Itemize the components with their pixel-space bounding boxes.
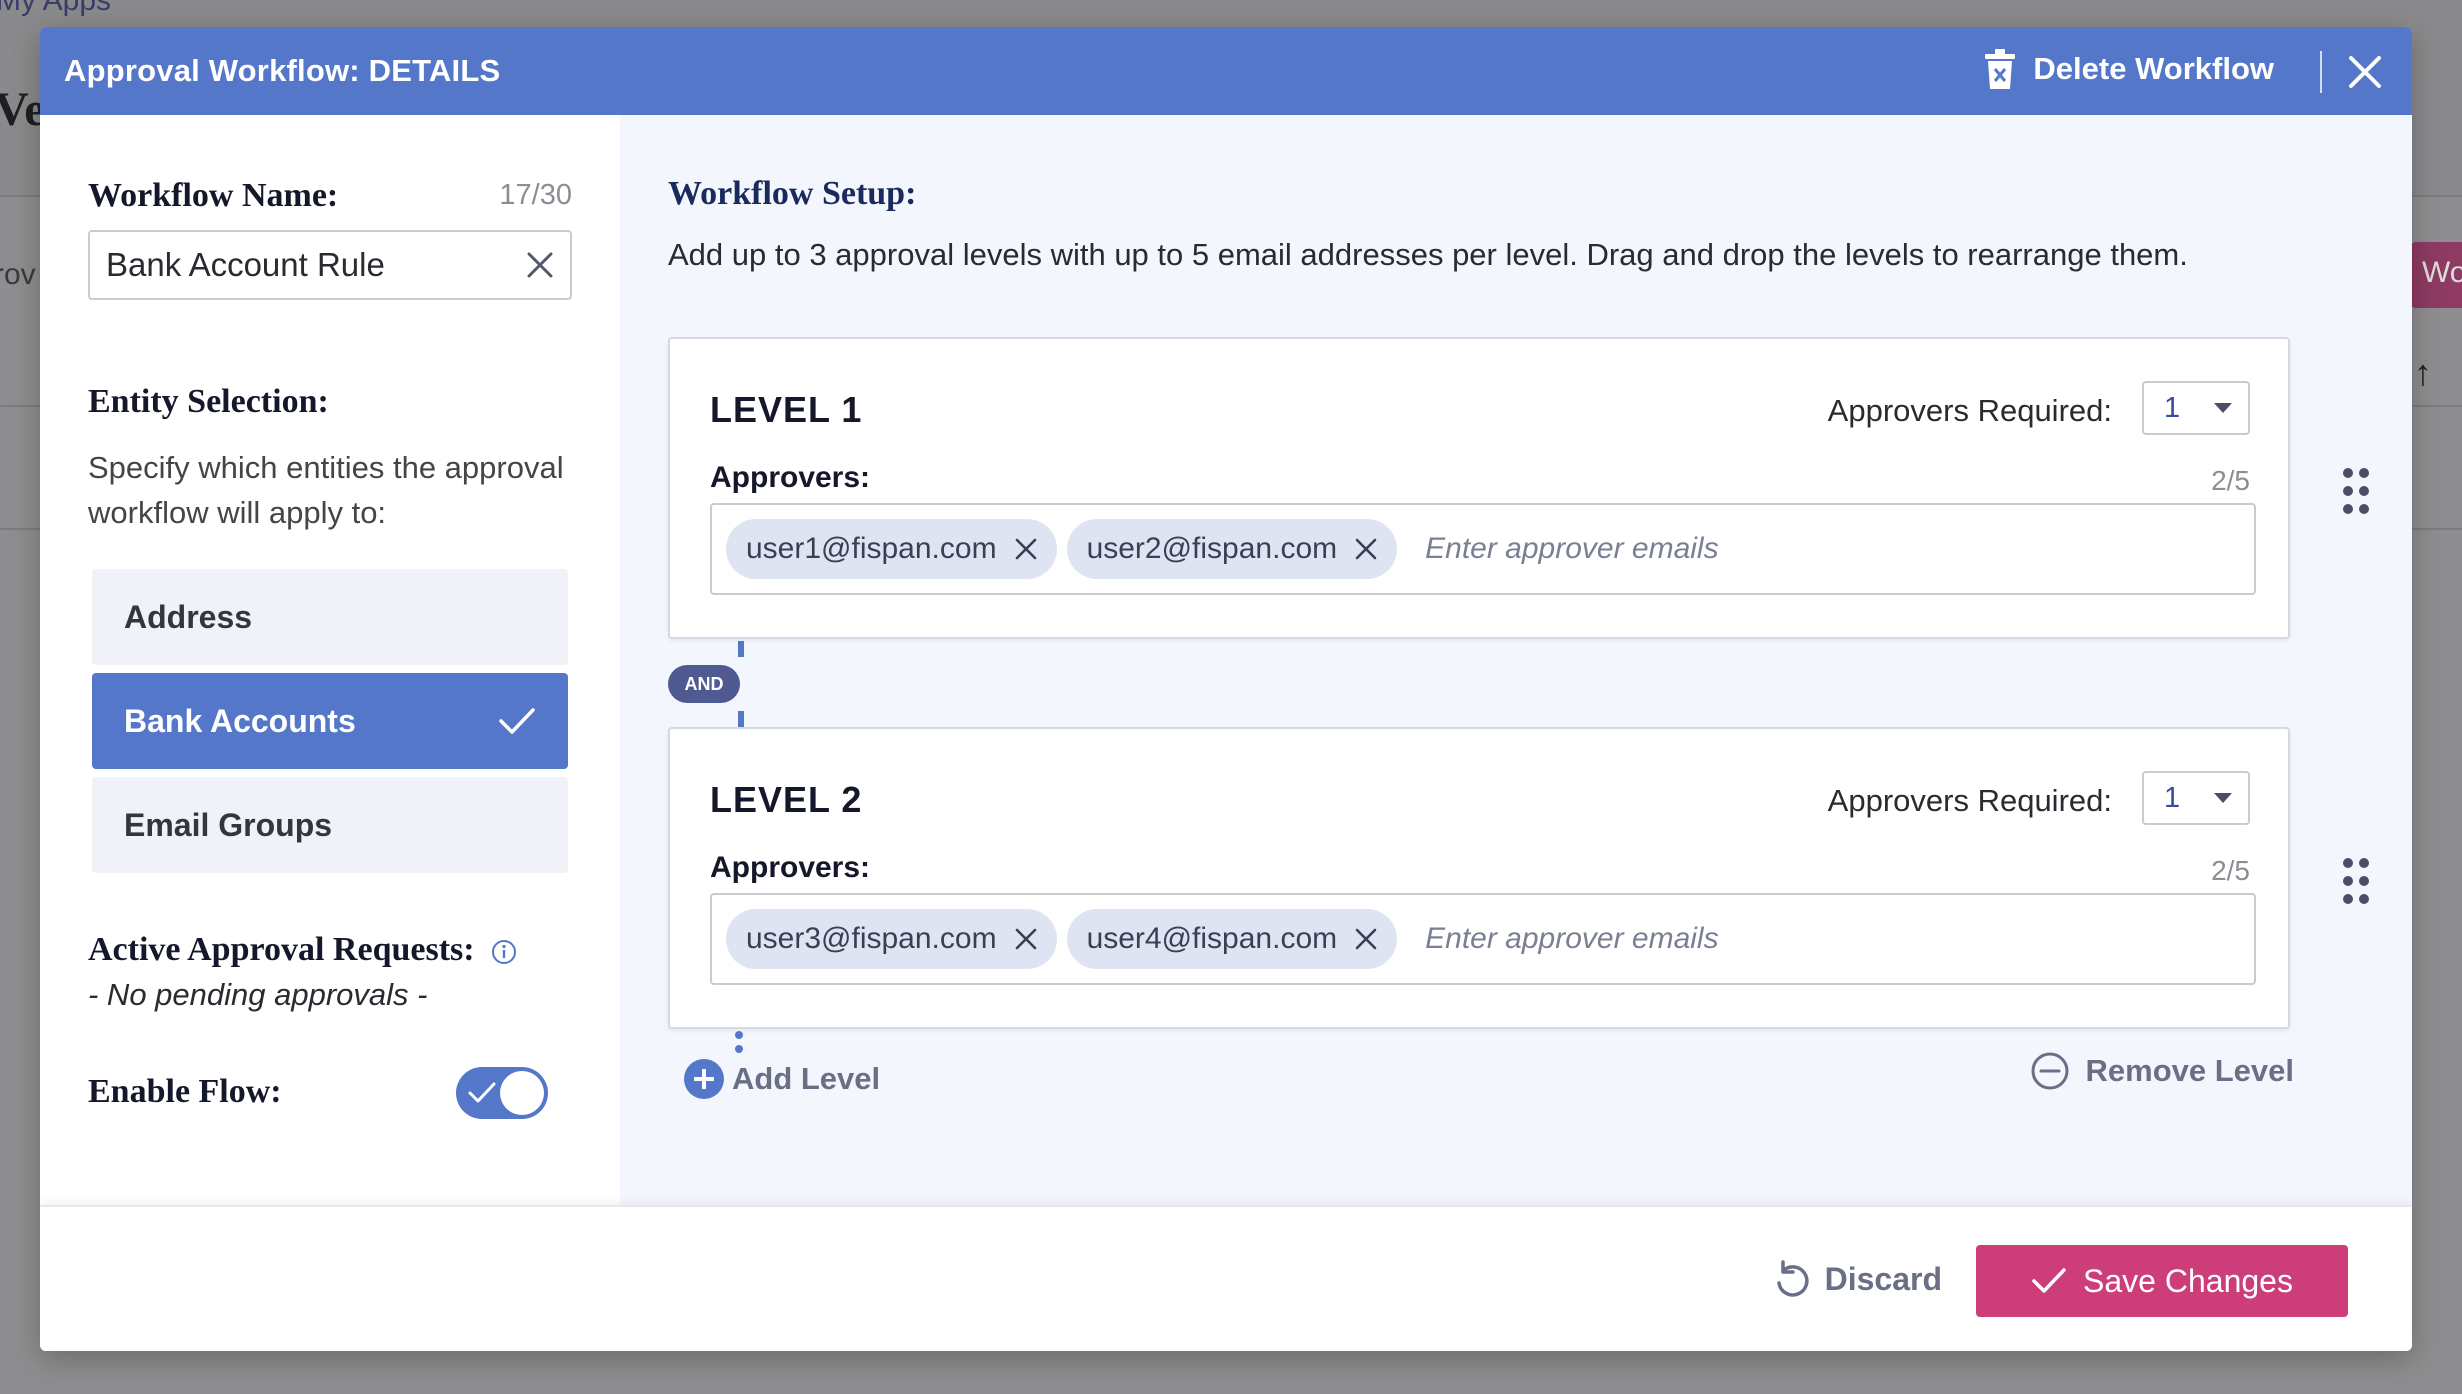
discard-button[interactable]: Discard (1773, 1259, 1942, 1299)
level-connector (738, 641, 744, 657)
entity-option-email-groups[interactable]: Email Groups (92, 777, 568, 873)
add-level-button[interactable]: Add Level (684, 1059, 880, 1099)
level-title: LEVEL 1 (710, 389, 863, 430)
dotted-connector (735, 1031, 743, 1059)
and-badge: AND (668, 665, 740, 703)
modal-title: Approval Workflow: DETAILS (64, 53, 501, 88)
undo-icon (1776, 1260, 1809, 1297)
remove-level-button[interactable]: Remove Level (2030, 1051, 2295, 1091)
save-changes-label: Save Changes (2083, 1262, 2293, 1299)
delete-workflow-label: Delete Workflow (2033, 51, 2274, 86)
active-approval-requests-label: Active Approval Requests: (88, 931, 475, 968)
remove-chip-icon[interactable] (1355, 928, 1377, 950)
entity-selection-label: Entity Selection: (88, 383, 329, 420)
caret-down-icon (2214, 403, 2232, 413)
approver-email-field[interactable]: user1@fispan.com user2@fispan.com (710, 503, 2256, 595)
approvers-label: Approvers: (710, 461, 871, 494)
workflow-name-counter: 17/30 (499, 179, 572, 211)
discard-label: Discard (1824, 1260, 1942, 1297)
level-title: LEVEL 2 (710, 779, 863, 820)
approver-email: user2@fispan.com (1086, 532, 1338, 565)
approval-workflow-modal: Approval Workflow: DETAILS Delete Workfl… (40, 27, 2412, 1351)
approvers-required-select[interactable]: 1 (2142, 771, 2250, 825)
workflow-setup-description: Add up to 3 approval levels with up to 5… (668, 237, 2188, 272)
approver-email: user4@fispan.com (1086, 922, 1338, 955)
save-changes-button[interactable]: Save Changes (1976, 1245, 2348, 1317)
approvers-required-value: 1 (2164, 391, 2181, 424)
approvers-required-value: 1 (2164, 781, 2181, 814)
workflow-name-input[interactable]: Bank Account Rule (88, 230, 572, 300)
toggle-knob (500, 1071, 544, 1115)
approver-email: user3@fispan.com (746, 922, 997, 955)
remove-level-label: Remove Level (2085, 1053, 2295, 1088)
delete-workflow-button[interactable]: Delete Workflow (1985, 49, 2274, 89)
workflow-setup-title: Workflow Setup: (668, 175, 917, 212)
remove-chip-icon[interactable] (1015, 928, 1037, 950)
drag-handle-icon[interactable] (2342, 857, 2370, 905)
entity-option-label: Email Groups (124, 806, 333, 843)
entity-selection-description: Specify which entities the approval work… (88, 450, 564, 530)
level-connector (738, 711, 744, 727)
level-card-2[interactable]: LEVEL 2 Approvers Required: 1 Approvers:… (668, 727, 2290, 1029)
close-icon[interactable] (2348, 55, 2382, 89)
add-level-label: Add Level (732, 1061, 881, 1096)
check-icon (499, 708, 535, 734)
remove-chip-icon[interactable] (1355, 538, 1377, 560)
workflow-name-label: Workflow Name: (88, 177, 339, 214)
workflow-name-value: Bank Account Rule (106, 246, 385, 283)
approvers-count: 2/5 (2211, 855, 2250, 886)
approver-email-field[interactable]: user3@fispan.com user4@fispan.com (710, 893, 2256, 985)
remove-chip-icon[interactable] (1015, 538, 1037, 560)
approvers-required-label: Approvers Required: (1827, 393, 2112, 428)
background-button: Wor (2410, 242, 2462, 308)
background-arrow-up-icon: ↑ (2414, 352, 2432, 393)
header-separator (2320, 51, 2322, 93)
approvers-required-select[interactable]: 1 (2142, 381, 2250, 435)
background-text: rov (0, 258, 36, 291)
approver-email-input[interactable] (1425, 532, 2026, 566)
clear-icon[interactable] (526, 251, 554, 279)
entity-option-address[interactable]: Address (92, 569, 568, 665)
modal-header: Approval Workflow: DETAILS Delete Workfl… (40, 27, 2412, 115)
level-card-1[interactable]: LEVEL 1 Approvers Required: 1 Approvers:… (668, 337, 2290, 639)
check-icon (2032, 1268, 2066, 1293)
entity-option-label: Address (124, 598, 253, 635)
approvers-count: 2/5 (2211, 465, 2250, 496)
active-approval-requests-heading: Active Approval Requests: (88, 931, 517, 969)
no-pending-approvals: - No pending approvals - (88, 977, 428, 1012)
check-icon (468, 1082, 496, 1103)
approvers-label: Approvers: (710, 851, 871, 884)
minus-circle-icon (2031, 1052, 2068, 1090)
approvers-required-label: Approvers Required: (1827, 783, 2112, 818)
approver-email-input[interactable] (1425, 922, 2026, 956)
workflow-setup-panel: Workflow Setup: Add up to 3 approval lev… (620, 115, 2412, 1205)
drag-handle-icon[interactable] (2342, 467, 2370, 515)
left-panel: Workflow Name: 17/30 Bank Account Rule E… (40, 115, 620, 1205)
info-icon[interactable] (491, 939, 517, 965)
enable-flow-label: Enable Flow: (88, 1073, 282, 1110)
approver-chip: user4@fispan.com (1066, 909, 1398, 969)
approver-email: user1@fispan.com (746, 532, 997, 565)
approver-chip: user1@fispan.com (726, 519, 1057, 579)
caret-down-icon (2214, 793, 2232, 803)
background-title: Ve (0, 83, 46, 136)
approver-chip: user3@fispan.com (726, 909, 1057, 969)
trash-icon (1985, 49, 2016, 89)
entity-option-label: Bank Accounts (124, 702, 356, 739)
approver-chip: user2@fispan.com (1066, 519, 1398, 579)
background-breadcrumb: My Apps (0, 0, 112, 17)
plus-circle-icon (684, 1059, 724, 1099)
entity-option-bank-accounts[interactable]: Bank Accounts (92, 673, 568, 769)
modal-footer: Discard Save Changes (40, 1205, 2412, 1351)
enable-flow-toggle[interactable] (456, 1067, 548, 1119)
